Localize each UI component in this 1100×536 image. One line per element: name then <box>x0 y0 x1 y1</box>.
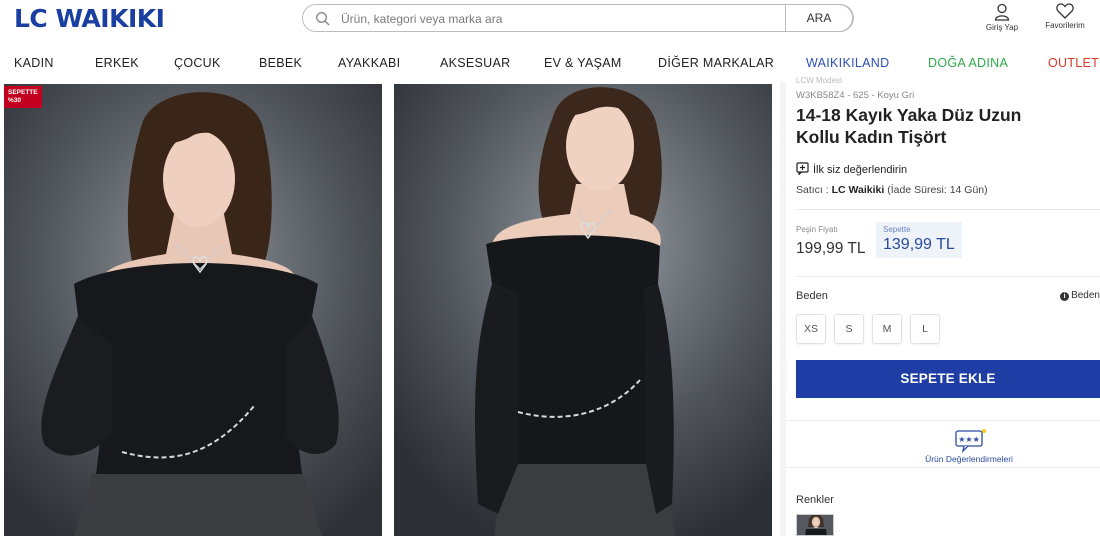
heart-icon <box>1056 3 1074 19</box>
user-icon <box>994 3 1010 21</box>
product-photo <box>394 84 772 536</box>
nav-item-erkek[interactable]: ERKEK <box>95 56 139 70</box>
product-reviews-section[interactable]: ★★★ Ürün Değerlendirmeleri <box>786 420 1100 468</box>
size-option-l[interactable]: L <box>910 314 940 344</box>
size-guide-link[interactable]: i Beden <box>1060 290 1100 301</box>
nav-item-cocuk[interactable]: ÇOCUK <box>174 56 221 70</box>
login-button[interactable]: Giriş Yap <box>980 3 1024 32</box>
add-review-icon <box>796 162 809 176</box>
cart-price-box: Sepette 139,99 TL <box>876 222 962 258</box>
discount-badge: SEPETTE %30 <box>4 86 42 108</box>
nav-item-outlet[interactable]: OUTLET <box>1048 56 1099 70</box>
nav-item-kadin[interactable]: KADIN <box>14 56 54 70</box>
favorites-button[interactable]: Favorilerim <box>1040 3 1090 30</box>
nav-item-ayakkabi[interactable]: AYAKKABI <box>338 56 400 70</box>
nav-item-ev-yasam[interactable]: EV & YAŞAM <box>544 56 622 70</box>
badge-line1: SEPETTE <box>8 89 38 96</box>
size-option-xs[interactable]: XS <box>796 314 826 344</box>
search-icon <box>316 12 330 26</box>
size-guide-label: Beden <box>1071 290 1100 301</box>
login-label: Giriş Yap <box>985 23 1019 32</box>
product-photo <box>4 84 382 536</box>
product-brand: LCW Modest <box>796 76 843 85</box>
product-image-front[interactable] <box>4 84 382 536</box>
size-label: Beden <box>796 290 828 302</box>
return-period: (İade Süresi: 14 Gün) <box>887 184 988 196</box>
cart-price-label: Sepette <box>883 225 911 234</box>
cash-price: 199,99 TL <box>796 240 866 257</box>
nav-item-waikikiland[interactable]: WAIKIKILAND <box>806 56 889 70</box>
search-bar: ARA <box>302 4 854 32</box>
nav-item-aksesuar[interactable]: AKSESUAR <box>440 56 510 70</box>
nav-item-bebek[interactable]: BEBEK <box>259 56 302 70</box>
product-image-side[interactable] <box>394 84 772 536</box>
brand-logo[interactable]: LC WAIKIKI <box>14 4 165 33</box>
review-prompt: İlk siz değerlendirin <box>813 164 908 176</box>
site-header: LC WAIKIKI ARA Giriş Yap Favorilerim <box>0 0 1100 42</box>
add-to-cart-button[interactable]: SEPETE EKLE <box>796 360 1100 398</box>
rating-stars-icon: ★★★ <box>955 429 986 453</box>
colors-label: Renkler <box>796 494 834 506</box>
info-icon: i <box>1060 292 1070 301</box>
size-option-m[interactable]: M <box>872 314 902 344</box>
cash-price-label: Peşin Fiyatı <box>796 225 838 234</box>
color-thumbnail <box>797 515 833 535</box>
nav-item-diger-markalar[interactable]: DİĞER MARKALAR <box>658 56 774 70</box>
category-nav: KADIN ERKEK ÇOCUK BEBEK AYAKKABI AKSESUA… <box>0 42 1100 82</box>
color-swatch-selected[interactable] <box>796 514 834 536</box>
seller-prefix: Satıcı : <box>796 184 829 196</box>
cart-price: 139,99 TL <box>883 236 955 253</box>
reviews-label: Ürün Değerlendirmeleri <box>925 454 1013 464</box>
search-button[interactable]: ARA <box>785 4 853 32</box>
divider <box>796 209 1100 210</box>
favorites-label: Favorilerim <box>1045 21 1085 30</box>
write-review-link[interactable]: İlk siz değerlendirin <box>796 162 907 176</box>
divider <box>796 276 1100 277</box>
product-title: 14-18 Kayık Yaka Düz Uzun Kollu Kadın Ti… <box>796 105 1022 147</box>
size-option-s[interactable]: S <box>834 314 864 344</box>
badge-line2: %30 <box>8 97 22 104</box>
seller-name[interactable]: LC Waikiki <box>832 184 885 196</box>
search-input[interactable] <box>341 9 781 29</box>
seller-info: Satıcı : LC Waikiki (İade Süresi: 14 Gün… <box>796 184 988 196</box>
svg-text:★★★: ★★★ <box>958 435 980 444</box>
product-info-panel: LCW Modest W3KB58Z4 - 625 - Koyu Gri 14-… <box>786 76 1100 536</box>
product-sku: W3KB58Z4 - 625 - Koyu Gri <box>796 90 915 101</box>
nav-item-doga-adina[interactable]: DOĞA ADINA <box>928 56 1008 70</box>
